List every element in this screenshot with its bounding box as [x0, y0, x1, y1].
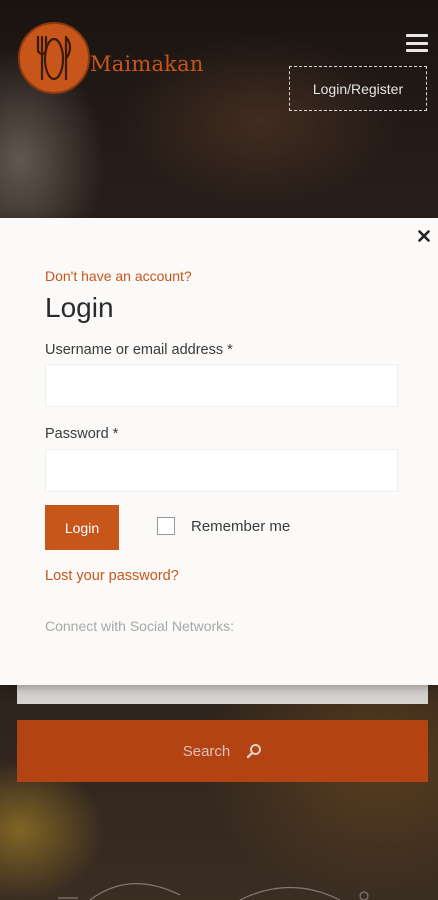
password-label: Password * [45, 426, 119, 442]
login-modal: Don't have an account? Login Username or… [0, 218, 438, 685]
modal-title: Login [45, 292, 114, 323]
search-button[interactable]: Search [17, 720, 428, 782]
register-link[interactable]: Don't have an account? [45, 268, 192, 284]
logo-text: Maimakan [90, 52, 204, 76]
search-icon [246, 743, 262, 759]
remember-label: Remember me [191, 517, 291, 535]
login-register-button[interactable]: Login/Register [289, 66, 427, 111]
logo[interactable]: Maimakan [18, 22, 204, 94]
cutlery-icon [18, 22, 90, 94]
lost-password-link[interactable]: Lost your password? [45, 568, 179, 584]
decorative-doodle [58, 883, 369, 900]
remember-me[interactable]: Remember me [157, 517, 290, 535]
username-field[interactable] [45, 364, 398, 407]
password-field[interactable] [45, 449, 398, 492]
username-label: Username or email address * [45, 342, 233, 358]
remember-checkbox[interactable] [157, 517, 175, 535]
menu-icon[interactable] [406, 34, 428, 52]
search-button-label: Search [182, 742, 231, 760]
social-networks-text: Connect with Social Networks: [45, 618, 235, 634]
close-icon[interactable] [416, 228, 432, 244]
login-button[interactable]: Login [45, 505, 119, 550]
